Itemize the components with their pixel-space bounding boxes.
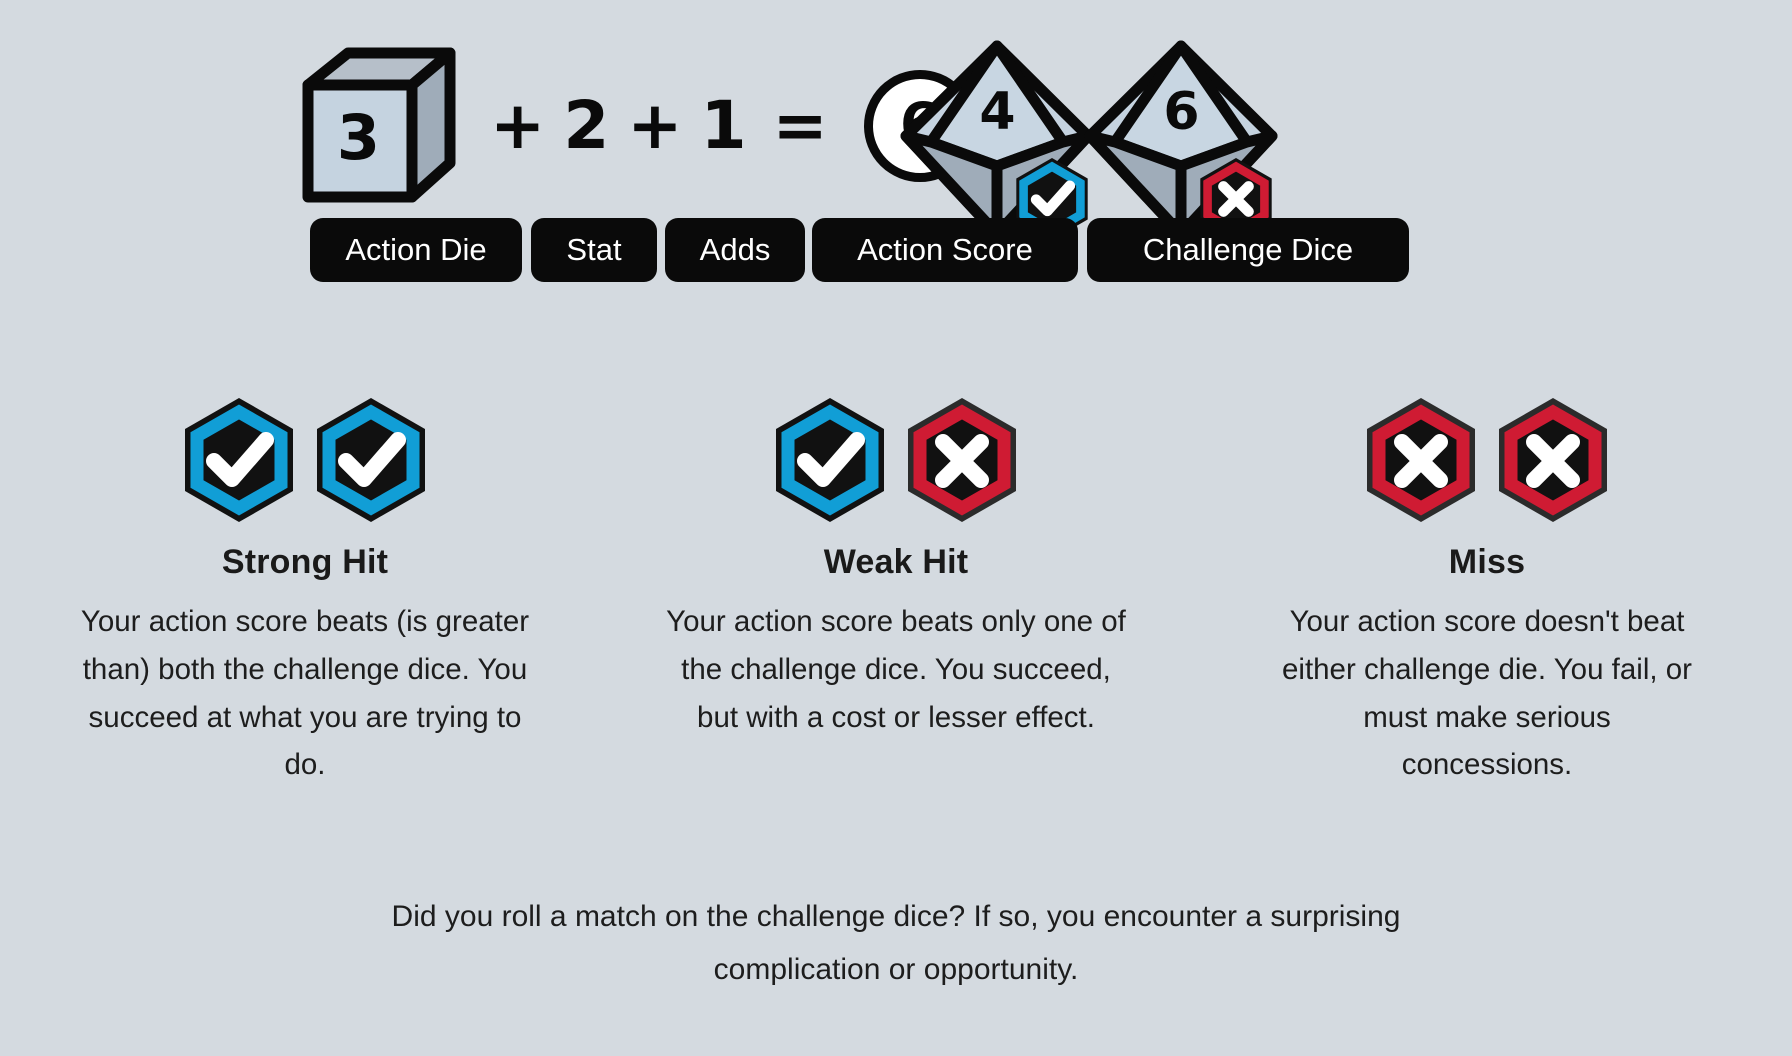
outcome-icons — [180, 395, 430, 525]
action-die-value: 3 — [336, 100, 380, 174]
outcome-description: Your action score beats (is greater than… — [80, 605, 530, 782]
plus-operator-1: + — [490, 87, 546, 164]
outcome-strong-hit: Strong Hit Your action score beats (is g… — [40, 395, 570, 789]
equals-operator: = — [772, 87, 828, 164]
plus-operator-2: + — [627, 87, 683, 164]
outcome-icons — [771, 395, 1021, 525]
match-note: Did you roll a match on the challenge di… — [391, 900, 1401, 987]
x-hex-icon — [1494, 395, 1612, 525]
check-hex-icon — [180, 395, 298, 525]
label-challenge-dice: Challenge Dice — [1087, 218, 1409, 282]
outcome-columns: Strong Hit Your action score beats (is g… — [0, 395, 1792, 789]
outcome-miss: Miss Your action score doesn't beat eith… — [1222, 395, 1752, 789]
x-hex-icon — [1362, 395, 1480, 525]
action-roll-formula: 3 + 2 + 1 = 6 4 — [0, 0, 1792, 330]
cube-die-icon: 3 — [300, 45, 460, 215]
check-hex-icon — [312, 395, 430, 525]
label-action-score: Action Score — [812, 218, 1078, 282]
check-hex-icon — [771, 395, 889, 525]
outcome-description: Your action score beats only one of the … — [666, 605, 1126, 734]
outcome-weak-hit: Weak Hit Your action score beats only on… — [631, 395, 1161, 789]
stat-value: 2 — [563, 87, 610, 164]
outcome-title: Weak Hit — [823, 543, 969, 581]
label-stat: Stat — [531, 218, 657, 282]
outcome-icons — [1362, 395, 1612, 525]
outcome-title: Strong Hit — [221, 543, 389, 581]
label-action-die: Action Die — [310, 218, 522, 282]
d10-die-icon: 6 — [1084, 38, 1279, 243]
outcome-description: Your action score doesn't beat either ch… — [1281, 605, 1693, 782]
adds-value: 1 — [700, 87, 747, 164]
outcome-title: Miss — [1448, 543, 1526, 581]
label-adds: Adds — [665, 218, 805, 282]
formula-label-row: Action Die Stat Adds Action Score Challe… — [0, 218, 1792, 288]
x-hex-icon — [903, 395, 1021, 525]
d10-die-icon: 4 — [900, 38, 1095, 243]
formula-glyph-row: 3 + 2 + 1 = 6 — [300, 30, 988, 230]
